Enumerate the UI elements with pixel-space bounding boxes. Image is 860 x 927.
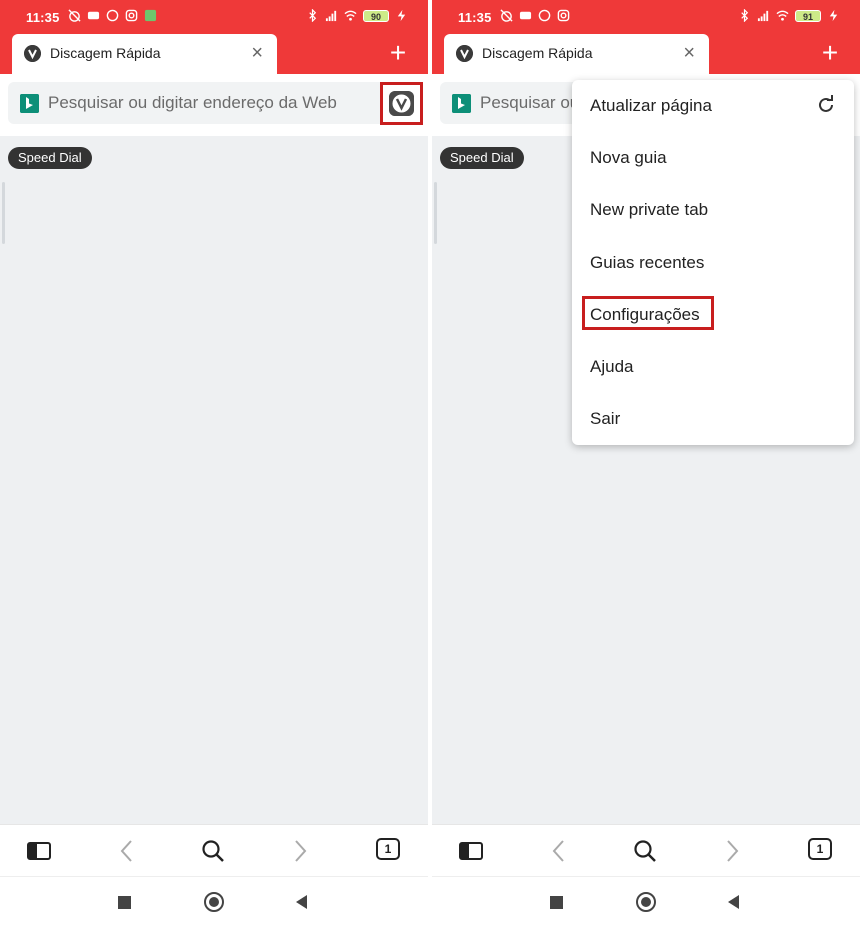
forward-icon[interactable] [287, 838, 313, 864]
new-tab-button[interactable]: + [386, 38, 410, 68]
notification-icons [500, 9, 570, 22]
system-status-icons: 91 [738, 9, 840, 22]
tab-switcher-icon[interactable]: 1 [808, 838, 834, 864]
instagram-icon [125, 9, 138, 22]
tab-discagem-rapida[interactable]: Discagem Rápida × [444, 34, 709, 74]
browser-main-menu: Atualizar página Nova guia New private t… [572, 80, 854, 445]
bluetooth-icon [741, 9, 749, 22]
menu-item-configuracoes[interactable]: Configurações [572, 289, 854, 341]
home-icon[interactable] [636, 892, 656, 912]
alarm-off-icon [68, 9, 81, 22]
close-icon[interactable]: × [251, 41, 263, 65]
bottom-toolbar: 1 [432, 824, 860, 876]
menu-item-ajuda[interactable]: Ajuda [572, 341, 854, 393]
alarm-off-icon [500, 9, 513, 22]
recents-icon[interactable] [550, 896, 563, 909]
menu-item-label: Configurações [590, 305, 700, 324]
instagram-icon [557, 9, 570, 22]
status-time: 11:35 [26, 10, 60, 25]
bottom-toolbar: 1 [0, 824, 428, 876]
signal-icon [757, 10, 769, 22]
tab-title: Discagem Rápida [50, 45, 161, 61]
system-navigation-bar [0, 876, 428, 927]
home-icon[interactable] [204, 892, 224, 912]
panel-icon[interactable] [26, 838, 52, 864]
menu-item-label: New private tab [590, 200, 709, 219]
notification-icons [68, 9, 157, 22]
tab-count: 1 [808, 838, 832, 860]
menu-item-guias-recentes[interactable]: Guias recentes [572, 237, 854, 289]
forward-icon[interactable] [719, 838, 745, 864]
close-icon[interactable]: × [683, 41, 695, 65]
menu-item-new-private-tab[interactable]: New private tab [572, 184, 854, 236]
menu-item-label: Ajuda [590, 357, 634, 376]
game-icon [87, 11, 100, 20]
new-tab-button[interactable]: + [818, 38, 842, 68]
search-icon[interactable] [200, 838, 226, 864]
system-status-icons: 90 [306, 9, 408, 22]
charging-icon [829, 9, 838, 22]
back-icon[interactable] [546, 838, 572, 864]
scroll-indicator [2, 182, 5, 244]
whatsapp-icon [538, 9, 551, 22]
signal-icon [325, 10, 337, 22]
address-bar-area: Pesquisar ou digitar endereço da Web [0, 74, 428, 136]
system-navigation-bar [432, 876, 860, 927]
status-time: 11:35 [458, 10, 492, 25]
tab-bar: Discagem Rápida × + [0, 34, 428, 74]
back-icon[interactable] [114, 838, 140, 864]
bing-icon [452, 94, 471, 113]
panel-icon[interactable] [458, 838, 484, 864]
menu-item-atualizar-pagina[interactable]: Atualizar página [572, 80, 854, 132]
phone-screen-left: 11:35 90 Discagem Rápida × + Pesquisar o… [0, 0, 428, 927]
battery-indicator: 90 [363, 9, 389, 22]
status-bar: 11:35 90 [0, 0, 428, 34]
tab-switcher-icon[interactable]: 1 [376, 838, 402, 864]
phone-screen-right: 11:35 91 Discagem Rápida × + Pesquisar o… [432, 0, 860, 927]
tab-count: 1 [376, 838, 400, 860]
wifi-icon [776, 10, 789, 21]
status-bar: 11:35 91 [432, 0, 860, 34]
vivaldi-icon [456, 45, 473, 62]
refresh-icon [819, 95, 833, 112]
wifi-icon [344, 10, 357, 21]
charging-icon [397, 9, 406, 22]
speed-dial-label[interactable]: Speed Dial [8, 147, 92, 169]
menu-item-label: Sair [590, 409, 621, 428]
tab-bar: Discagem Rápida × + [432, 34, 860, 74]
app-notification-icon [144, 9, 157, 22]
menu-item-nova-guia[interactable]: Nova guia [572, 132, 854, 184]
back-icon[interactable] [728, 895, 739, 909]
bing-icon [20, 94, 39, 113]
back-icon[interactable] [296, 895, 307, 909]
vivaldi-icon [24, 45, 41, 62]
menu-item-label: Nova guia [590, 148, 667, 167]
tab-title: Discagem Rápida [482, 45, 593, 61]
speed-dial-label[interactable]: Speed Dial [440, 147, 524, 169]
menu-item-sair[interactable]: Sair [572, 393, 854, 445]
screenshot-pair: 11:35 90 Discagem Rápida × + Pesquisar o… [0, 0, 860, 927]
menu-item-label: Guias recentes [590, 253, 705, 272]
whatsapp-icon [106, 9, 119, 22]
tab-discagem-rapida[interactable]: Discagem Rápida × [12, 34, 277, 74]
search-input[interactable]: Pesquisar ou digitar endereço da Web [48, 93, 337, 113]
vivaldi-icon [389, 91, 414, 116]
battery-indicator: 91 [795, 9, 821, 22]
vivaldi-menu-button[interactable] [380, 82, 423, 125]
scroll-indicator [434, 182, 437, 244]
search-icon[interactable] [632, 838, 658, 864]
game-icon [519, 11, 532, 20]
menu-item-label: Atualizar página [590, 96, 712, 115]
address-bar[interactable]: Pesquisar ou digitar endereço da Web [8, 82, 420, 124]
speed-dial-content: Speed Dial [0, 136, 428, 824]
bluetooth-icon [309, 9, 317, 22]
recents-icon[interactable] [118, 896, 131, 909]
